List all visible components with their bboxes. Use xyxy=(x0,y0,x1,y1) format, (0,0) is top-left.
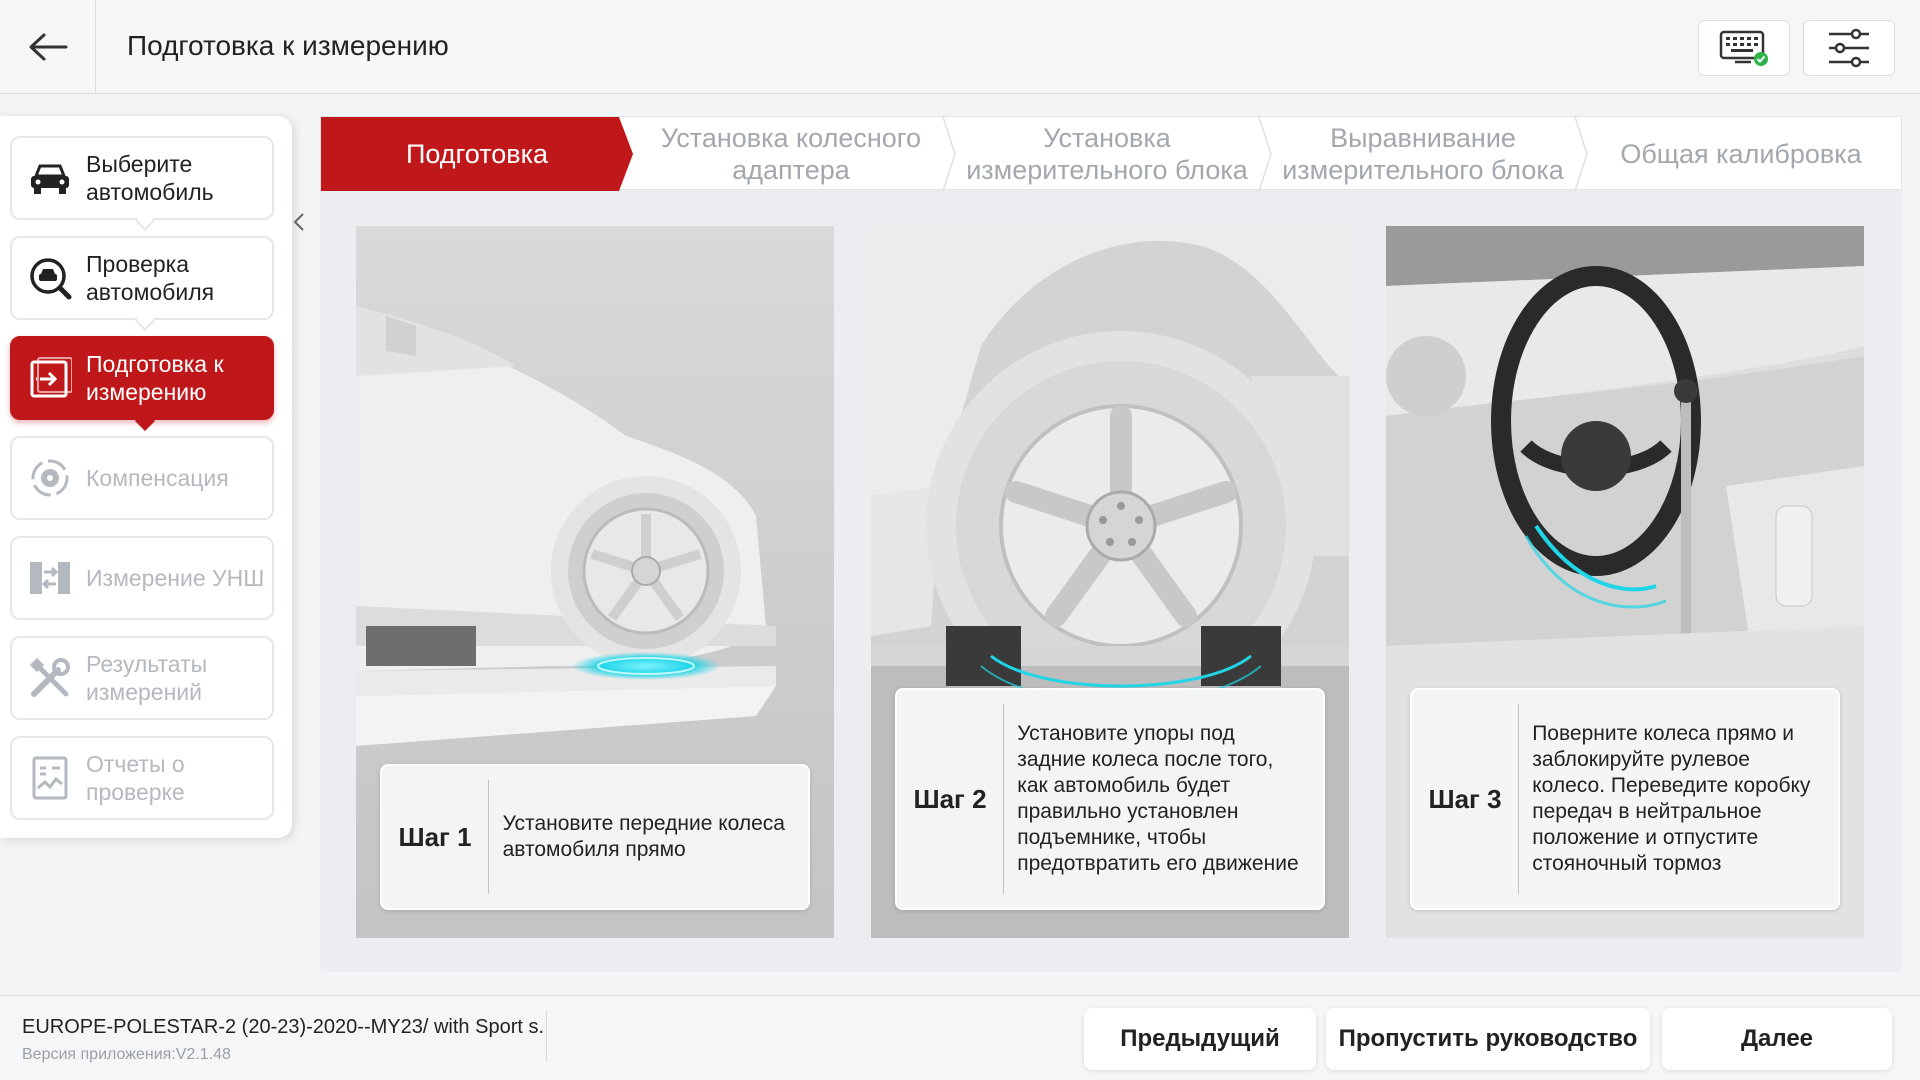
sidebar-item-label: Компенсация xyxy=(86,465,229,491)
app-header: Подготовка к измерению xyxy=(0,0,1920,94)
sidebar-collapse-button[interactable] xyxy=(288,200,310,244)
back-button[interactable] xyxy=(0,0,96,94)
sidebar-item-alignment-measure[interactable]: Измерение УНШ xyxy=(10,536,274,620)
sidebar-item-label: Проверка автомобиля xyxy=(86,251,215,305)
step-card-3: Шаг 3 Поверните колеса прямо и заблокиру… xyxy=(1386,226,1864,938)
compensation-icon xyxy=(28,456,72,500)
sidebar-item-label: Выберите автомобиль xyxy=(86,151,214,205)
alignment-icon xyxy=(28,556,72,600)
sidebar-item-select-vehicle[interactable]: Выберите автомобиль xyxy=(10,136,274,231)
sliders-icon xyxy=(1829,28,1869,68)
report-icon xyxy=(28,756,72,800)
tab-general-calibration[interactable]: Общая калибровка xyxy=(1581,117,1901,191)
step-instruction: Установите упоры под задние колеса после… xyxy=(1017,722,1299,875)
sidebar-item-label: Подготовка к измерению xyxy=(86,351,224,405)
sidebar-item-reports[interactable]: Отчеты о проверке xyxy=(10,736,274,820)
next-button[interactable]: Далее xyxy=(1662,1008,1892,1070)
step-instruction: Поверните колеса прямо и заблокируйте ру… xyxy=(1532,722,1811,875)
tab-wheel-adapter[interactable]: Установка колесного адаптера xyxy=(633,117,949,191)
vehicle-model: EUROPE-POLESTAR-2 (20-23)-2020--MY23/ wi… xyxy=(22,1016,545,1038)
step-card-2: Шаг 2 Установите упоры под задние колеса… xyxy=(871,226,1349,938)
sidebar-item-results[interactable]: Результаты измерений xyxy=(10,636,274,720)
tab-separator xyxy=(1574,117,1588,191)
prepare-icon xyxy=(28,356,72,400)
step-instruction: Установите передние колеса автомобиля пр… xyxy=(502,812,785,861)
step-caption-1: Шаг 1 Установите передние колеса автомоб… xyxy=(380,764,810,910)
sidebar-item-vehicle-check[interactable]: Проверка автомобиля xyxy=(10,236,274,331)
step-tabs: Подготовка Установка колесного адаптера … xyxy=(320,116,1902,191)
car-search-icon xyxy=(28,256,72,300)
sidebar-item-label: Отчеты о проверке xyxy=(86,751,185,805)
tools-icon xyxy=(28,656,72,700)
page-title: Подготовка к измерению xyxy=(127,30,449,61)
step-caption-2: Шаг 2 Установите упоры под задние колеса… xyxy=(895,688,1325,910)
step-number: Шаг 1 xyxy=(398,821,472,852)
previous-button[interactable]: Предыдущий xyxy=(1084,1008,1316,1070)
workflow-sidebar: Выберите автомобиль Проверка автомобиля … xyxy=(0,116,292,838)
sidebar-item-label: Измерение УНШ xyxy=(86,565,265,591)
tab-separator xyxy=(1258,117,1272,191)
sidebar-item-compensation[interactable]: Компенсация xyxy=(10,436,274,520)
app-footer: EUROPE-POLESTAR-2 (20-23)-2020--MY23/ wi… xyxy=(0,995,1920,1080)
chevron-left-icon xyxy=(293,213,304,231)
tab-measuring-unit-align[interactable]: Выравнивание измерительного блока xyxy=(1265,117,1581,191)
step-number: Шаг 2 xyxy=(913,783,987,814)
skip-guide-button[interactable]: Пропустить руководство xyxy=(1326,1008,1650,1070)
tab-measuring-unit-install[interactable]: Установка измерительного блока xyxy=(949,117,1265,191)
main-panel: Подготовка Установка колесного адаптера … xyxy=(320,116,1902,972)
step-card-1: Шаг 1 Установите передние колеса автомоб… xyxy=(356,226,834,938)
tab-preparation[interactable]: Подготовка xyxy=(321,117,633,191)
sidebar-item-measurement-prep[interactable]: Подготовка к измерению xyxy=(10,336,274,431)
tab-separator xyxy=(942,117,956,191)
arrow-left-icon xyxy=(29,33,67,61)
app-version: Версия приложения:V2.1.48 xyxy=(22,1046,231,1063)
step-caption-3: Шаг 3 Поверните колеса прямо и заблокиру… xyxy=(1410,688,1840,910)
settings-button[interactable] xyxy=(1803,20,1895,76)
step-number: Шаг 3 xyxy=(1428,783,1502,814)
keyboard-connected-icon xyxy=(1719,30,1768,66)
car-icon xyxy=(28,156,72,200)
sidebar-item-label: Результаты измерений xyxy=(86,651,208,705)
vci-connection-button[interactable] xyxy=(1698,20,1790,76)
